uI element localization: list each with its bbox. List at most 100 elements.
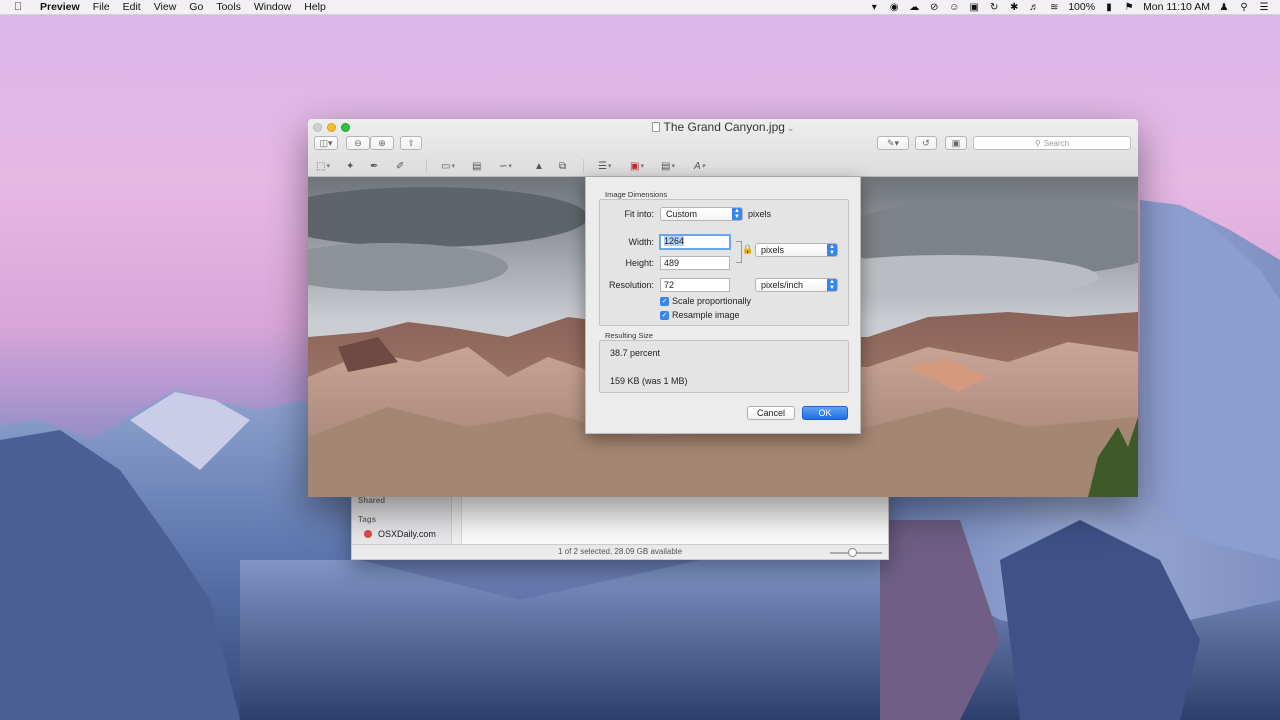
title-bar: The Grand Canyon.jpg ⌄ ◫▾ ⊖ ⊕ ⇧ ✎▾ ↺ ▣ ⚲ S… bbox=[308, 119, 1138, 177]
border-color-icon[interactable]: ▣ ▾ bbox=[630, 159, 644, 173]
sidebar-toggle-button[interactable]: ◫▾ bbox=[314, 136, 338, 150]
red-tag-icon bbox=[364, 530, 372, 538]
updown-arrows-icon: ▲ ▼ bbox=[732, 208, 742, 220]
document-icon bbox=[651, 122, 660, 132]
slider-knob[interactable] bbox=[848, 548, 857, 557]
share-button[interactable]: ⇧ bbox=[400, 136, 422, 150]
result-percent: 38.7 percent bbox=[610, 348, 661, 358]
clock[interactable]: Mon 11:10 AM bbox=[1143, 1, 1210, 13]
notification-center-icon[interactable]: ☰ bbox=[1258, 2, 1270, 13]
updown-arrows-icon: ▲ ▼ bbox=[827, 244, 837, 256]
sidebar-item-tag[interactable]: OSXDaily.com bbox=[364, 529, 436, 539]
height-field[interactable]: 489 bbox=[660, 256, 730, 270]
fit-into-value: Custom bbox=[666, 209, 698, 219]
cloud-icon[interactable]: ☁ bbox=[908, 2, 920, 13]
adjust-size-icon[interactable]: ⧉ bbox=[559, 159, 566, 173]
checkmark-icon: ✓ bbox=[660, 310, 669, 320]
menu-go[interactable]: Go bbox=[189, 1, 203, 13]
shared-heading: Shared bbox=[358, 496, 386, 505]
menu-tools[interactable]: Tools bbox=[216, 1, 241, 13]
wifi-icon[interactable]: ≋ bbox=[1048, 2, 1060, 13]
airplay-icon[interactable]: ▾ bbox=[868, 2, 880, 13]
height-value: 489 bbox=[664, 258, 680, 268]
search-icon: ⚲ bbox=[1034, 138, 1041, 148]
lock-icon[interactable]: 🔒 bbox=[742, 244, 753, 255]
width-field[interactable]: 1264 bbox=[659, 234, 731, 250]
status-area: ▾ ◉ ☁ ⊘ ☺ ▣ ↻ ✱ ♬ ≋ 100% ▮ ⚑ Mon 11:10 A… bbox=[868, 1, 1280, 13]
resolution-field[interactable]: 72 bbox=[660, 278, 730, 292]
updown-arrows-icon: ▲ ▼ bbox=[827, 279, 837, 291]
width-value: 1264 bbox=[664, 236, 685, 246]
record-icon[interactable]: ◉ bbox=[888, 2, 900, 13]
resulting-size-heading: Resulting Size bbox=[605, 331, 653, 340]
menu-help[interactable]: Help bbox=[304, 1, 326, 13]
text-style-icon[interactable]: A ▾ bbox=[694, 159, 705, 173]
height-label: Height: bbox=[625, 258, 654, 268]
menu-file[interactable]: File bbox=[93, 1, 110, 13]
fit-into-select[interactable]: Custom ▲ ▼ bbox=[660, 207, 743, 221]
resolution-unit-select[interactable]: pixels/inch ▲ ▼ bbox=[755, 278, 838, 292]
scale-proportionally-checkbox[interactable]: ✓ Scale proportionally bbox=[660, 296, 751, 306]
resample-image-label: Resample image bbox=[672, 310, 740, 320]
battery-icon[interactable]: ▮ bbox=[1103, 2, 1115, 13]
bluetooth-icon[interactable]: ✱ bbox=[1008, 2, 1020, 13]
menu-view[interactable]: View bbox=[154, 1, 177, 13]
adjust-color-icon[interactable]: ▲ bbox=[534, 159, 544, 173]
display-icon[interactable]: ▣ bbox=[968, 2, 980, 13]
text-icon[interactable]: ▤ bbox=[472, 159, 481, 173]
image-dimensions-heading: Image Dimensions bbox=[605, 190, 668, 199]
window-title[interactable]: The Grand Canyon.jpg ⌄ bbox=[308, 120, 1138, 134]
fit-into-label: Fit into: bbox=[624, 209, 654, 219]
instant-alpha-icon[interactable]: ✦ bbox=[346, 159, 354, 173]
checkmark-icon: ✓ bbox=[660, 296, 669, 306]
toolbar-divider bbox=[426, 159, 427, 173]
search-input[interactable]: ⚲ Search bbox=[973, 136, 1131, 150]
draw-icon[interactable]: ✐ bbox=[396, 159, 404, 173]
sign-icon[interactable]: ∽ ▾ bbox=[499, 159, 512, 173]
fit-into-unit: pixels bbox=[748, 209, 772, 219]
flag-icon[interactable]: ⚑ bbox=[1123, 2, 1135, 13]
resolution-unit-value: pixels/inch bbox=[761, 280, 804, 290]
finder-sidebar: Shared Tags OSXDaily.com bbox=[352, 492, 452, 545]
resample-image-checkbox[interactable]: ✓ Resample image bbox=[660, 310, 740, 320]
finder-window: Shared Tags OSXDaily.com 1 of 2 selected… bbox=[351, 492, 889, 560]
menu-edit[interactable]: Edit bbox=[123, 1, 141, 13]
result-file-size: 159 KB (was 1 MB) bbox=[610, 376, 688, 386]
chevron-down-icon: ⌄ bbox=[786, 123, 795, 133]
resolution-value: 72 bbox=[664, 280, 675, 290]
selection-tool-icon[interactable]: ⬚ ▾ bbox=[316, 159, 330, 173]
scale-proportionally-label: Scale proportionally bbox=[672, 296, 752, 306]
battery-percent[interactable]: 100% bbox=[1068, 1, 1095, 13]
finder-status-bar: 1 of 2 selected, 28.09 GB available bbox=[352, 544, 888, 559]
size-unit-value: pixels bbox=[761, 245, 785, 255]
sketch-icon[interactable]: ✒ bbox=[370, 159, 378, 173]
user-sync-icon[interactable]: ☺ bbox=[948, 2, 960, 13]
ok-button[interactable]: OK bbox=[802, 406, 848, 420]
menu-window[interactable]: Window bbox=[254, 1, 291, 13]
time-machine-icon[interactable]: ↻ bbox=[988, 2, 1000, 13]
apple-icon[interactable]:  bbox=[14, 1, 28, 13]
size-unit-select[interactable]: pixels ▲ ▼ bbox=[755, 243, 838, 257]
zoom-in-button[interactable]: ⊕ bbox=[370, 136, 394, 150]
cancel-button[interactable]: Cancel bbox=[747, 406, 795, 420]
tags-heading: Tags bbox=[358, 515, 377, 524]
fill-color-icon[interactable]: ▤ ▾ bbox=[661, 159, 675, 173]
volume-icon[interactable]: ♬ bbox=[1028, 2, 1040, 13]
user-icon[interactable]: ♟ bbox=[1218, 2, 1230, 13]
width-label: Width: bbox=[628, 237, 654, 247]
window-title-text: The Grand Canyon.jpg bbox=[663, 120, 785, 134]
tag-label: OSXDaily.com bbox=[378, 529, 436, 539]
menu-app-preview[interactable]: Preview bbox=[40, 1, 80, 13]
markup-button[interactable]: ✎▾ bbox=[877, 136, 909, 150]
shapes-icon[interactable]: ▭ ▾ bbox=[441, 159, 455, 173]
toolbar-divider bbox=[583, 159, 584, 173]
search-placeholder: Search bbox=[1043, 138, 1070, 148]
shape-style-icon[interactable]: ☰ ▾ bbox=[598, 159, 611, 173]
finder-content[interactable] bbox=[462, 492, 888, 545]
icon-size-slider[interactable] bbox=[830, 548, 882, 557]
do-not-disturb-icon[interactable]: ⊘ bbox=[928, 2, 940, 13]
spotlight-icon[interactable]: ⚲ bbox=[1238, 2, 1250, 13]
rotate-button[interactable]: ↺ bbox=[915, 136, 937, 150]
zoom-out-button[interactable]: ⊖ bbox=[346, 136, 370, 150]
toolbox-button[interactable]: ▣ bbox=[945, 136, 967, 150]
